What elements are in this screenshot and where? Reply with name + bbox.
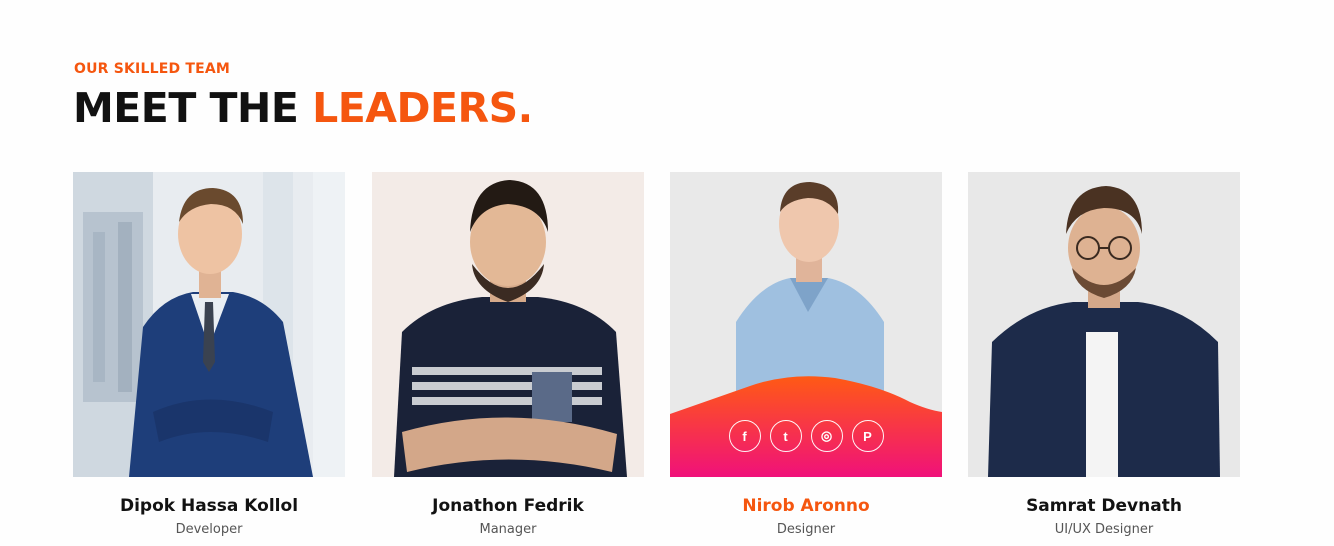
twitter-icon[interactable]: t <box>769 420 802 452</box>
title-accent-text: LEADERS. <box>312 84 533 132</box>
team-card-active[interactable]: f t ◎ P Nirob Aronno Designer <box>670 172 942 537</box>
team-member-role: UI/UX Designer <box>1054 522 1154 537</box>
team-member-name[interactable]: Samrat Devnath <box>968 496 1240 516</box>
team-member-photo[interactable] <box>968 172 1240 477</box>
team-member-role: Designer <box>776 522 836 537</box>
team-card[interactable]: Samrat Devnath UI/UX Designer <box>968 172 1240 537</box>
pinterest-icon[interactable]: P <box>851 420 884 452</box>
team-member-photo[interactable] <box>73 172 345 477</box>
team-member-role: Manager <box>479 522 537 537</box>
facebook-icon[interactable]: f <box>728 420 761 452</box>
team-card[interactable]: Jonathon Fedrik Manager <box>372 172 644 537</box>
team-member-role: Developer <box>175 522 243 537</box>
team-member-name[interactable]: Nirob Aronno <box>670 496 942 516</box>
team-member-name[interactable]: Jonathon Fedrik <box>372 496 644 516</box>
team-member-photo[interactable] <box>372 172 644 477</box>
team-section-subtitle: OUR SKILLED TEAM <box>74 61 231 77</box>
team-section-title: MEET THE LEADERS. <box>73 84 533 132</box>
social-links: f t ◎ P <box>670 420 942 452</box>
team-member-name[interactable]: Dipok Hassa Kollol <box>73 496 345 516</box>
team-card[interactable]: Dipok Hassa Kollol Developer <box>73 172 345 537</box>
instagram-icon[interactable]: ◎ <box>810 420 843 452</box>
title-text: MEET THE <box>73 84 313 132</box>
team-member-photo[interactable]: f t ◎ P <box>670 172 942 477</box>
